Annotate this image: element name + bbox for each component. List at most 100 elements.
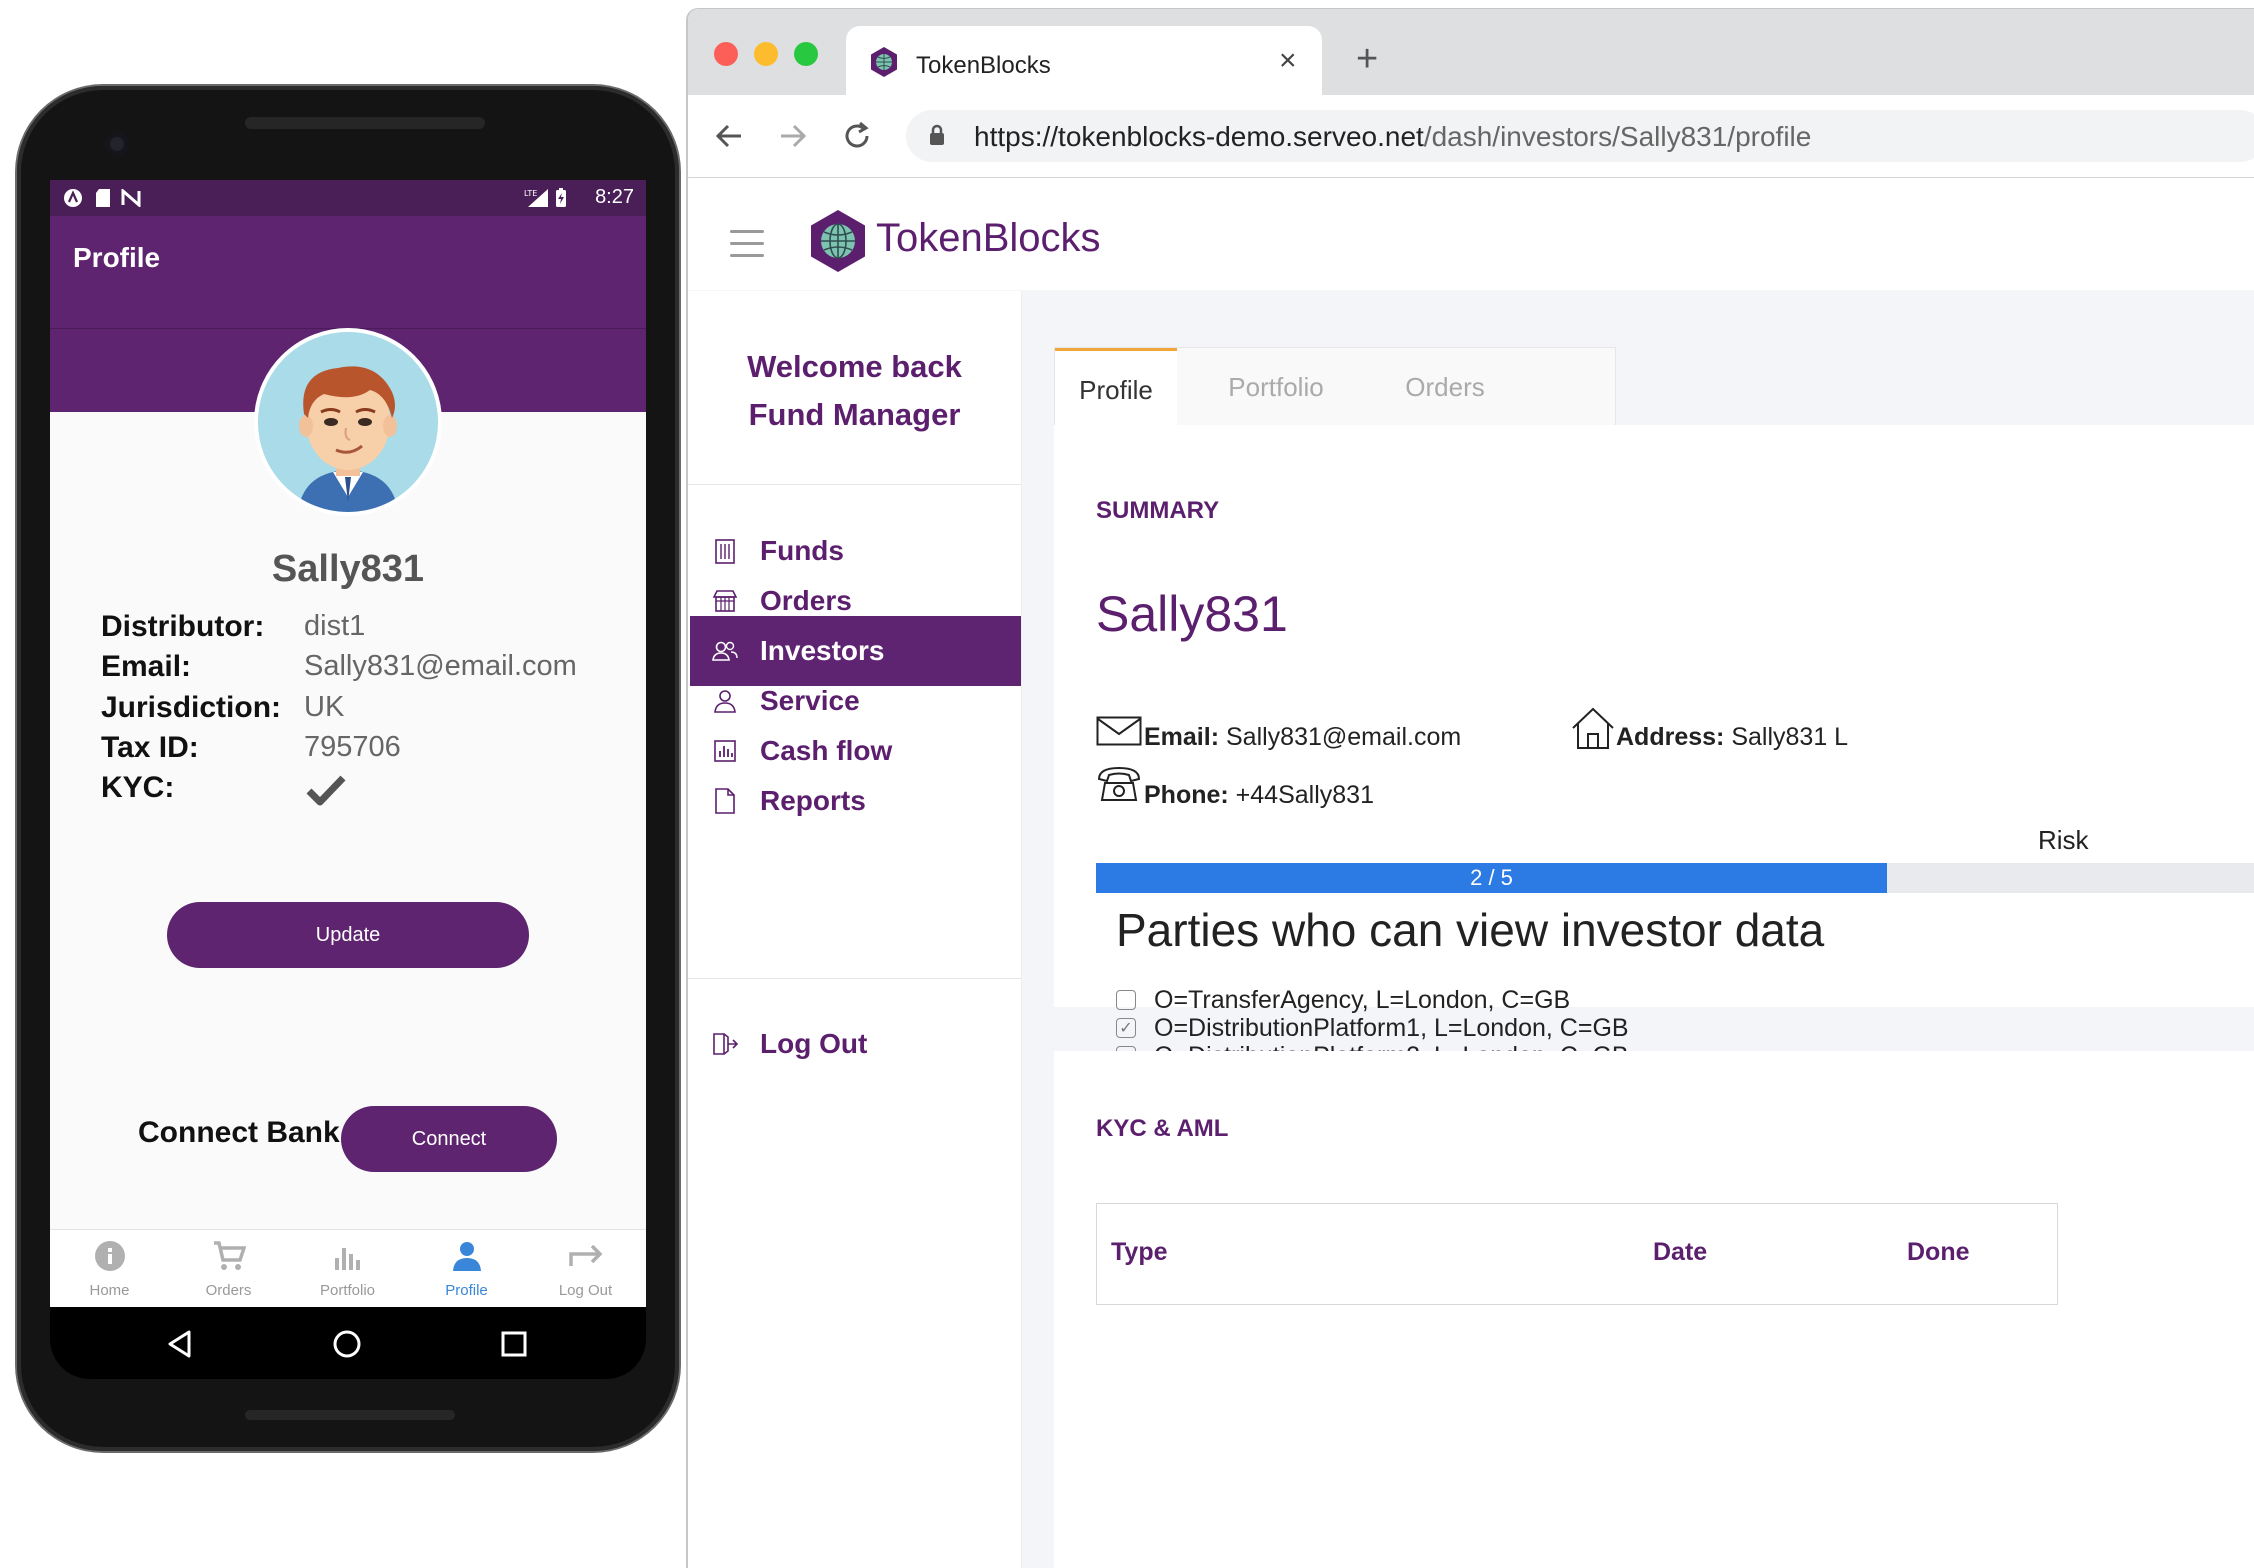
back-nav-icon[interactable] [158,1322,202,1366]
bottom-nav-label: Orders [205,1282,252,1299]
app-notification-icon [62,187,84,209]
sidebar-divider [688,978,1021,979]
logout-icon [712,1031,738,1057]
svg-text:LTE: LTE [524,189,537,198]
phone-info-value: +44Sally831 [1235,781,1374,809]
url-text: https://tokenblocks-demo.serveo.net/dash… [974,121,1811,153]
bottom-nav-portfolio[interactable]: Portfolio [288,1230,407,1308]
battery-charging-icon [554,187,568,209]
recents-nav-icon[interactable] [492,1322,536,1366]
reload-icon[interactable] [838,117,876,155]
sidebar-item-label: Cash flow [760,735,893,766]
avatar [254,328,442,516]
phone-username: Sally831 [271,548,425,590]
maximize-window-button[interactable] [794,42,818,66]
party-row[interactable]: O=TransferAgency, L=London, C=GB [1116,985,1570,1015]
phone-info-label: Phone: [1144,781,1229,809]
cart-icon [169,1238,288,1274]
column-header-done[interactable]: Done [1907,1238,1970,1267]
email-value: Sally831@email.com [304,650,577,682]
hamburger-menu-icon[interactable] [730,230,764,266]
welcome-message: Welcome back Fund Manager [688,343,1021,439]
back-arrow-icon[interactable] [710,117,748,155]
tab-orders[interactable]: Orders [1375,348,1515,426]
address-info-value: Sally831 L [1731,723,1849,751]
person-icon [407,1238,526,1274]
investor-name: Sally831 [1096,586,1288,642]
bottom-nav-label: Home [89,1282,130,1299]
jurisdiction-label: Jurisdiction: [101,691,282,724]
browser-tab-strip: TokenBlocks × + [688,9,2254,96]
risk-progress-bar: 2 / 5 [1096,863,2254,893]
profile-tabs: Profile Portfolio Orders [1054,347,1616,429]
sidebar-item-label: Investors [760,635,885,666]
distributor-value: dist1 [304,610,366,642]
summary-card: SUMMARY Sally831 Email: Sally831@email.c… [1054,425,2254,1070]
welcome-line-2: Fund Manager [748,397,961,432]
url-host: https://tokenblocks-demo.serveo.net [974,121,1424,152]
sidebar-item-label: Service [760,685,860,716]
bar-chart-icon [288,1238,407,1274]
tokenblocks-favicon [868,46,900,83]
email-label: Email: [101,650,192,683]
avatar-illustration [258,332,438,512]
checkmark-icon [306,774,346,811]
kyc-heading: KYC & AML [1096,1115,1229,1142]
tab-title: TokenBlocks [916,52,1051,79]
kyc-label: KYC: [101,771,175,804]
bottom-nav-home[interactable]: Home [50,1230,169,1308]
phone-bottom-nav: Home Orders Portfolio Profile Log Out [50,1229,646,1308]
sidebar-item-reports[interactable]: Reports [690,766,1021,836]
email-info-value: Sally831@email.com [1225,723,1462,751]
tokenblocks-logo-icon [805,208,871,274]
bottom-nav-orders[interactable]: Orders [169,1230,288,1308]
new-tab-icon[interactable]: + [1356,38,1378,81]
tab-profile[interactable]: Profile [1055,348,1177,429]
home-nav-icon[interactable] [325,1322,369,1366]
phone-speaker [245,117,485,129]
tax-id-value: 795706 [304,731,401,763]
lte-signal-icon: LTE [524,187,550,209]
party-label: O=TransferAgency, L=London, C=GB [1154,985,1571,1014]
welcome-line-1: Welcome back [747,349,962,384]
party-checkbox[interactable] [1116,990,1136,1010]
store-icon [712,588,738,614]
minimize-window-button[interactable] [754,42,778,66]
lock-icon [928,124,946,151]
forward-arrow-icon[interactable] [774,117,812,155]
bottom-nav-profile[interactable]: Profile [407,1230,526,1308]
envelope-icon [1096,716,1142,751]
kyc-table: Type Date Done [1096,1203,2058,1305]
tab-close-icon[interactable]: × [1279,44,1297,78]
phone-icon [1096,765,1142,808]
android-status-bar: LTE 8:27 [50,180,646,216]
info-icon [50,1238,169,1274]
party-checkbox-checked[interactable]: ✓ [1116,1018,1136,1038]
brand-name[interactable]: TokenBlocks [876,216,1101,261]
user-icon [712,688,738,714]
sd-card-icon [92,187,114,209]
app-header: TokenBlocks [688,178,2254,290]
phone-appbar-title: Profile [73,242,161,273]
url-path: /dash/investors/Sally831/profile [1423,121,1812,152]
connect-button[interactable]: Connect [341,1106,557,1172]
bottom-nav-logout[interactable]: Log Out [526,1230,645,1308]
update-button[interactable]: Update [167,902,529,968]
column-header-type[interactable]: Type [1111,1238,1168,1267]
sidebar: Welcome back Fund Manager Funds Orders I… [688,291,1022,1568]
connect-bank-label: Connect Bank [138,1116,340,1149]
party-row[interactable]: ✓ O=DistributionPlatform1, L=London, C=G… [1116,1013,1629,1043]
address-info-label: Address: [1616,723,1725,751]
tab-portfolio[interactable]: Portfolio [1177,348,1375,426]
sidebar-item-label: Reports [760,785,866,816]
address-bar[interactable]: https://tokenblocks-demo.serveo.net/dash… [906,110,2254,162]
close-window-button[interactable] [714,42,738,66]
progress-text: 2 / 5 [1470,865,1513,890]
logout-arrow-icon [526,1238,645,1274]
chart-icon [712,738,738,764]
phone-profile-body [50,412,646,1229]
browser-tab[interactable]: TokenBlocks × [846,26,1322,96]
column-header-date[interactable]: Date [1653,1238,1707,1267]
sidebar-item-logout[interactable]: Log Out [690,1009,1021,1079]
sidebar-item-label: Orders [760,585,852,616]
